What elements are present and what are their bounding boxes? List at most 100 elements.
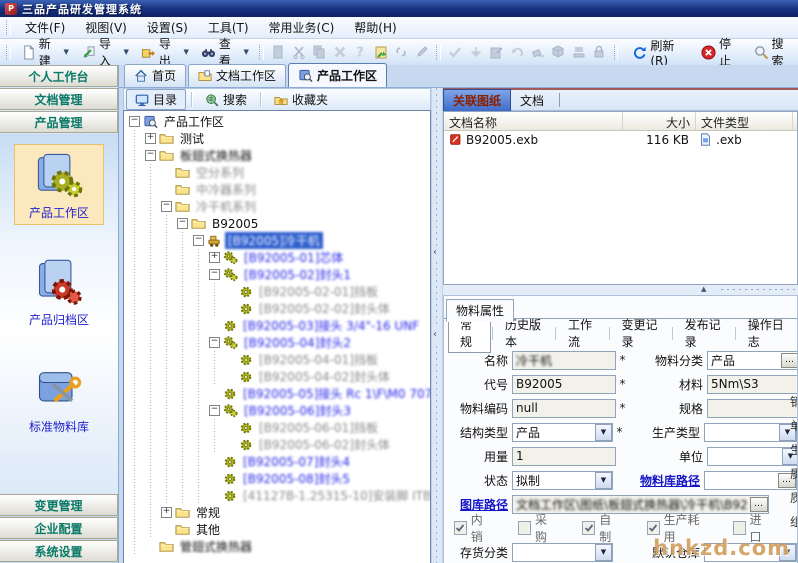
tree-node-label[interactable]: [B92005-02]封头1 — [241, 266, 354, 283]
tree-node-label[interactable]: [41127B-1.25315-10]安装脚 ITB — [240, 487, 431, 504]
menu-item-5[interactable]: 帮助(H) — [344, 17, 406, 38]
tree-node-label[interactable]: [B92005-06]封头3 — [241, 402, 354, 419]
splitter-collapse-icon[interactable]: ▲ — [701, 285, 706, 293]
sidebar-nav-文档管理[interactable]: 文档管理 — [0, 88, 118, 110]
toolbar-icon-stamp[interactable] — [568, 42, 589, 62]
tree-node[interactable]: [41127B-1.25315-10]安装脚 ITB — [127, 487, 430, 504]
dropdown-arrow-icon[interactable]: ▼ — [595, 472, 612, 489]
tree-node[interactable]: − [B92005-04]封头2 — [127, 334, 430, 351]
tree-expand-toggle[interactable]: + — [209, 252, 220, 263]
toolbar-icon-page[interactable] — [268, 42, 289, 62]
tree-node-label[interactable]: [B92005-07]封头4 — [240, 453, 353, 470]
tree-node[interactable]: + 测试 — [127, 130, 430, 147]
doc-tab-关联图纸[interactable]: 关联图纸 — [443, 89, 511, 112]
tree-expand-toggle[interactable]: − — [193, 235, 204, 246]
sidebar-shortcut-产品工作区[interactable]: 产品工作区 — [14, 144, 104, 225]
tree-expand-toggle[interactable]: + — [161, 507, 172, 518]
tree-node[interactable]: [B92005-02-01]挡板 — [127, 283, 430, 300]
label-物料库路径[interactable]: 物料库路径 — [626, 472, 704, 489]
main-tab-产品工作区[interactable]: 产品工作区 — [288, 63, 387, 87]
tree-node[interactable]: − [B92005-02]封头1 — [127, 266, 430, 283]
tree-node-label[interactable]: 板翅式换热器 — [177, 147, 255, 164]
main-tab-首页[interactable]: 首页 — [124, 64, 186, 87]
toolbar-icon-copy[interactable] — [309, 42, 330, 62]
材料-input[interactable]: 5Nm\S3 — [707, 375, 798, 394]
tree-node-label[interactable]: [B92005-02-01]挡板 — [256, 283, 381, 300]
tree-toolbar-搜索[interactable]: 搜索 — [197, 90, 255, 109]
label-图库路径[interactable]: 图库路径 — [446, 496, 512, 513]
代号-input[interactable]: B92005 — [512, 375, 616, 394]
toolbar-icon-help[interactable]: ? — [350, 42, 371, 62]
物料编码-input[interactable]: null — [512, 399, 616, 418]
生产类型-select[interactable]: ▼ — [704, 423, 797, 442]
tree-node[interactable]: 管翅式换热器 — [127, 538, 430, 555]
toolbar-icon-checkin-note[interactable] — [371, 42, 392, 62]
tree-node-label[interactable]: 冷干机系列 — [193, 198, 259, 215]
checkbox-box-icon[interactable] — [518, 521, 531, 535]
sidebar-nav-产品管理[interactable]: 产品管理 — [0, 111, 118, 133]
默认仓库-select[interactable]: ▼ — [704, 543, 797, 562]
vertical-splitter[interactable]: ‹ ‹ — [431, 88, 443, 563]
物料库路径-field[interactable]: … — [704, 471, 797, 490]
tree-node[interactable]: + 常规 — [127, 504, 430, 521]
column-header-文档名称[interactable]: 文档名称 — [444, 112, 623, 130]
tree-expand-toggle[interactable]: − — [209, 337, 220, 348]
tree-expand-toggle[interactable]: − — [209, 405, 220, 416]
tree-node-label[interactable]: 空分系列 — [193, 164, 247, 181]
toolbar-icon-cut[interactable] — [288, 42, 309, 62]
tree-node[interactable]: − 冷干机系列 — [127, 198, 430, 215]
file-row[interactable]: B92005.exb116 KB.exb — [444, 131, 797, 148]
sidebar-shortcut-产品归档区[interactable]: 产品归档区 — [14, 251, 104, 332]
tree-expand-toggle[interactable]: − — [177, 218, 188, 229]
tree-node-label[interactable]: 其他 — [193, 521, 223, 538]
toolbar-icon-delete-x[interactable] — [329, 42, 350, 62]
tree-expand-toggle[interactable]: − — [209, 269, 220, 280]
存货分类-select[interactable]: ▼ — [512, 543, 613, 562]
sidebar-nav-变更管理[interactable]: 变更管理 — [0, 494, 118, 516]
browse-ellipsis-button[interactable]: … — [781, 353, 798, 368]
tree-node[interactable]: [B92005-04-01]挡板 — [127, 351, 430, 368]
column-header-文件类型[interactable]: 文件类型 — [696, 112, 793, 130]
用量-input[interactable]: 1 — [512, 447, 616, 466]
tree-node-label[interactable]: 常规 — [193, 504, 223, 521]
toolbar-icon-down-arrow[interactable] — [466, 42, 487, 62]
tab-material-properties[interactable]: 物料属性 — [446, 299, 514, 322]
tree-node-label[interactable]: 测试 — [177, 130, 207, 147]
tree-node[interactable]: [B92005-07]封头4 — [127, 453, 430, 470]
toolbar-icon-erase[interactable] — [527, 42, 548, 62]
tree-node[interactable]: −产品工作区 — [127, 113, 430, 130]
main-tab-文档工作区[interactable]: 文档工作区 — [188, 64, 286, 87]
tree-node-label[interactable]: [B92005-05]接头 Rc 1\F\M0 7071x.1 — [240, 385, 431, 402]
dropdown-arrow-icon[interactable]: ▼ — [779, 544, 796, 561]
tree-node-label[interactable]: 中冷器系列 — [193, 181, 259, 198]
物料分类-field[interactable]: 产品… — [707, 351, 798, 370]
doc-tab-文档[interactable]: 文档 — [511, 90, 553, 111]
checkbox-box-icon[interactable] — [582, 521, 595, 535]
tree-node[interactable]: [B92005-08]封头5 — [127, 470, 430, 487]
dropdown-arrow-icon[interactable]: ▼ — [595, 544, 612, 561]
tree-node[interactable]: 中冷器系列 — [127, 181, 430, 198]
tree-node-label[interactable]: [B92005-04]封头2 — [241, 334, 354, 351]
toolbar-icon-check[interactable] — [445, 42, 466, 62]
tree-node[interactable]: − B92005 — [127, 215, 430, 232]
dropdown-arrow-icon[interactable]: ▼ — [595, 424, 612, 441]
tree-node[interactable]: −板翅式换热器 — [127, 147, 430, 164]
tree-node-label[interactable]: [B92005-08]封头5 — [240, 470, 353, 487]
tree-node[interactable]: [B92005-05]接头 Rc 1\F\M0 7071x.1 — [127, 385, 430, 402]
tree-expand-toggle[interactable]: + — [145, 133, 156, 144]
splitter-collapse-icon[interactable]: ‹ — [433, 328, 437, 342]
tree-node-label[interactable]: B92005 — [209, 217, 261, 231]
tree-node-label[interactable]: [B92005-04-02]封头体 — [256, 368, 393, 385]
toolbar-icon-lock[interactable] — [589, 42, 610, 62]
horizontal-splitter[interactable]: ▲ — [443, 285, 798, 295]
tree-toolbar-收藏夹[interactable]: 收藏夹 — [266, 90, 336, 109]
checkbox-自制[interactable]: 自制 — [582, 511, 620, 545]
checkbox-生产耗用[interactable]: 生产耗用 — [647, 511, 707, 545]
checkbox-box-icon[interactable] — [454, 521, 467, 535]
tree-expand-toggle[interactable]: − — [161, 201, 172, 212]
tree-expand-toggle[interactable]: − — [129, 116, 140, 127]
tree-node-label[interactable]: [B92005-06-02]封头体 — [256, 436, 393, 453]
tree-node[interactable]: −[B92005]冷干机 — [127, 232, 430, 249]
tree-node[interactable]: [B92005-03]接头 3/4"-16 UNF — [127, 317, 430, 334]
tree-node-label[interactable]: [B92005-02-02]封头体 — [256, 300, 393, 317]
